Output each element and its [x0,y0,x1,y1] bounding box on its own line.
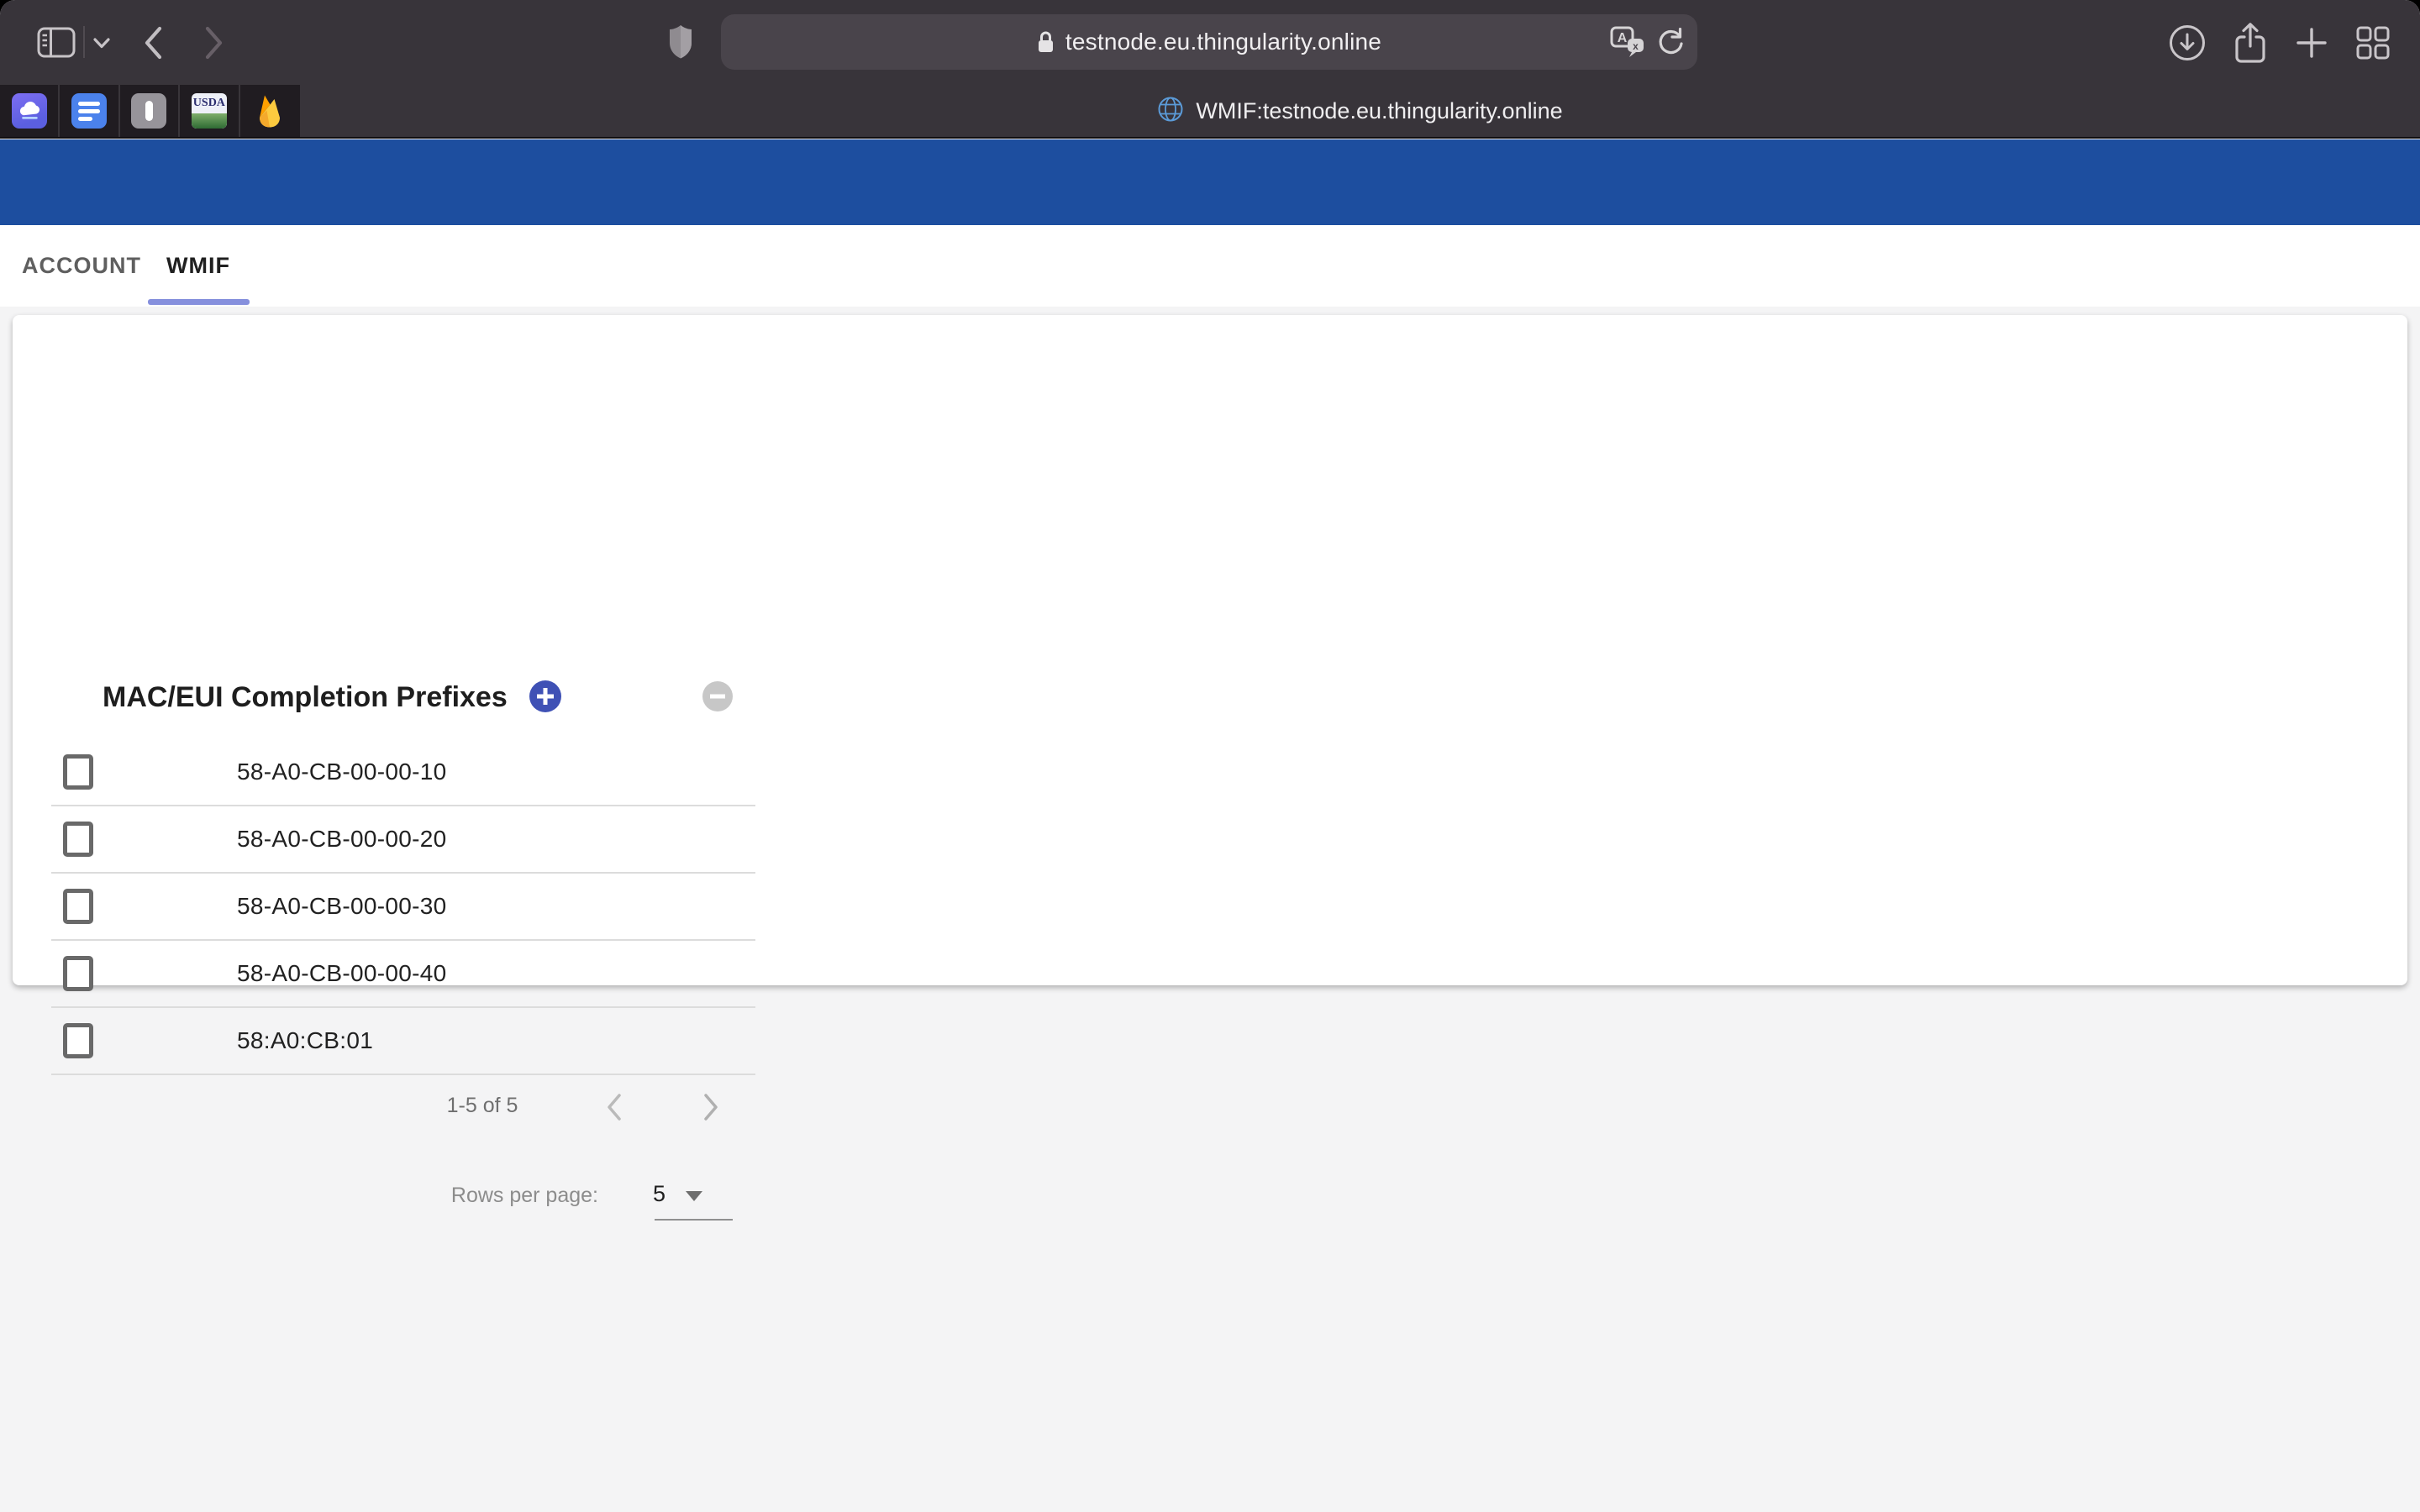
prefix-value: 58:A0:CB:01 [237,1027,373,1054]
reload-icon[interactable] [1657,28,1684,56]
back-icon[interactable] [143,26,163,60]
globe-favicon [1157,96,1184,127]
rows-per-page-underline [655,1219,733,1221]
tab-bar: USDA [0,85,2420,139]
prefix-value: 58-A0-CB-00-00-30 [237,893,446,920]
cloud-app-favicon [12,93,47,129]
table-row[interactable]: 58-A0-CB-00-00-20 [51,806,755,874]
document-list-favicon [71,93,107,129]
prev-page-icon [605,1091,623,1123]
app-bar: Settings Admin ? [0,139,2420,225]
table-row[interactable]: 58-A0-CB-00-00-40 [51,941,755,1008]
tab-overview-icon[interactable] [2356,26,2390,60]
usda-favicon-field [192,113,227,129]
browser-toolbar: testnode.eu.thingularity.online A x [0,0,2420,85]
remove-prefix-button[interactable] [702,681,733,711]
usda-favicon: USDA [192,93,227,129]
rows-per-page-arrow-icon[interactable] [686,1191,702,1201]
new-tab-icon[interactable] [2296,28,2327,58]
settings-tabs: ACCOUNT WMIF [0,225,2420,307]
active-tab-underline [148,299,250,305]
pinned-tabs: USDA [0,85,300,137]
rows-per-page-value[interactable]: 5 [653,1181,666,1207]
row-checkbox[interactable] [63,1023,93,1058]
prefix-value: 58-A0-CB-00-00-20 [237,826,446,853]
active-tab-title: WMIF:testnode.eu.thingularity.online [1196,98,1562,124]
section-title: MAC/EUI Completion Prefixes [103,681,508,713]
row-checkbox[interactable] [63,889,93,924]
row-checkbox[interactable] [63,956,93,991]
tab-wmif[interactable]: WMIF [166,225,230,307]
next-page-icon [702,1091,720,1123]
row-checkbox[interactable] [63,822,93,857]
url-text: testnode.eu.thingularity.online [1065,29,1381,55]
prefix-value: 58-A0-CB-00-00-40 [237,960,446,987]
active-tab[interactable]: WMIF:testnode.eu.thingularity.online [300,85,2420,137]
table-row[interactable]: 58-A0-CB-00-00-10 [51,739,755,806]
rows-per-page-label: Rows per page: [429,1184,598,1208]
browser-window: testnode.eu.thingularity.online A x [0,0,2420,1512]
table-row[interactable]: 58-A0-CB-00-00-30 [51,874,755,941]
next-page-button[interactable] [692,1089,729,1126]
pagination-range: 1-5 of 5 [411,1094,554,1118]
remove-icon [702,681,733,711]
row-checkbox[interactable] [63,754,93,790]
add-icon [529,680,561,712]
url-bar[interactable]: testnode.eu.thingularity.online A x [721,14,1697,70]
tab-group-chevron-icon[interactable] [93,38,110,49]
privacy-shield-icon[interactable] [668,24,693,60]
pinned-tab-cloud[interactable] [0,85,60,137]
usda-favicon-label: USDA [193,96,225,111]
lock-icon [1037,29,1055,55]
svg-text:x: x [1633,40,1639,52]
pinned-tab-firebase[interactable] [240,85,300,137]
page-content: MAC/EUI Completion Prefixes 58-A0-CB-00-… [0,307,2420,1512]
wmif-card: MAC/EUI Completion Prefixes 58-A0-CB-00-… [13,315,2407,985]
download-icon[interactable] [2169,24,2206,61]
prefix-value: 58-A0-CB-00-00-10 [237,759,446,785]
prev-page-button[interactable] [596,1089,633,1126]
svg-text:A: A [1618,31,1628,45]
tab-account[interactable]: ACCOUNT [22,225,141,307]
share-icon[interactable] [2234,22,2266,64]
prefix-list: 58-A0-CB-00-00-10 58-A0-CB-00-00-20 58-A… [51,739,755,1075]
forward-icon[interactable] [204,26,224,60]
toolbar-divider [83,26,85,58]
info-favicon [131,93,166,129]
translate-icon[interactable]: A x [1610,26,1645,58]
firebase-flame-favicon [252,93,287,129]
pinned-tab-docs[interactable] [60,85,119,137]
table-row[interactable]: 58:A0:CB:01 [51,1008,755,1075]
pinned-tab-info[interactable] [120,85,180,137]
add-prefix-button[interactable] [529,680,561,712]
pinned-tab-usda[interactable]: USDA [180,85,239,137]
sidebar-icon[interactable] [37,27,76,58]
